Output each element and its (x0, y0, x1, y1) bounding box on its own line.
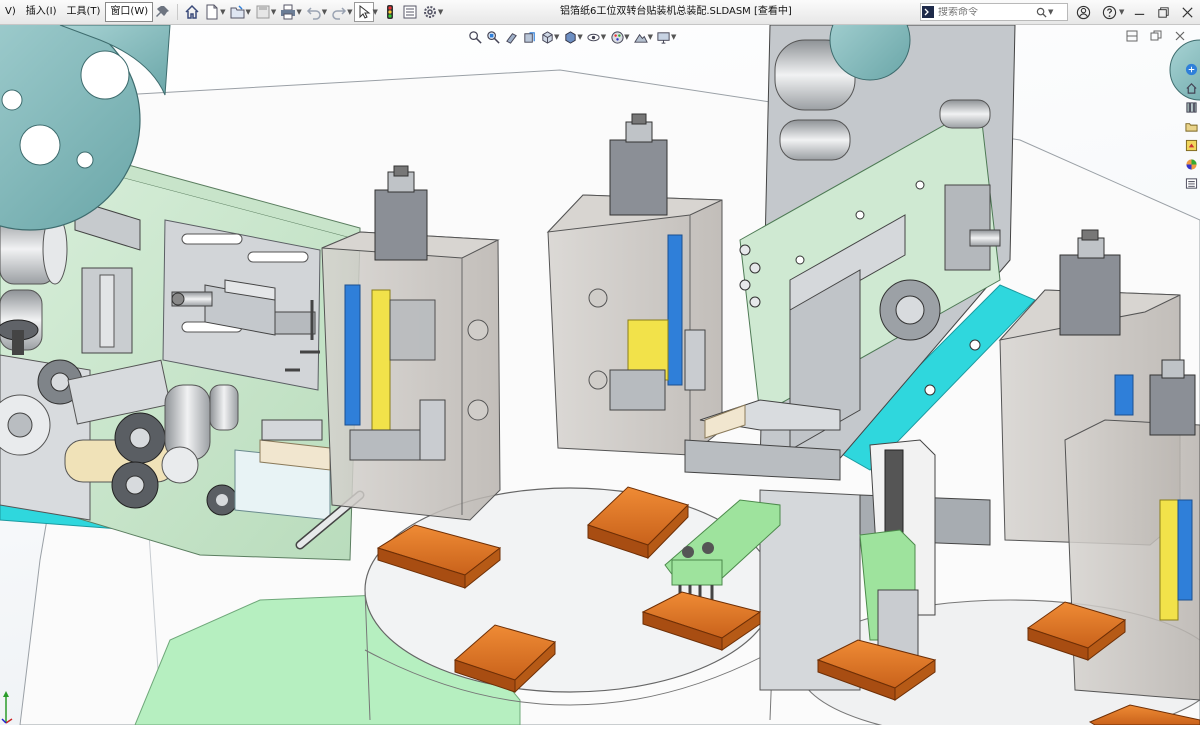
pin-icon[interactable] (153, 2, 173, 22)
chevron-down-icon[interactable]: ▼ (1119, 8, 1124, 16)
chevron-down-icon[interactable]: ▼ (577, 33, 582, 41)
search-input[interactable] (935, 6, 1036, 18)
custom-properties-icon[interactable] (1184, 176, 1199, 191)
chevron-down-icon[interactable]: ▼ (438, 8, 443, 16)
traffic-light-icon[interactable] (380, 2, 400, 22)
new-document-icon[interactable] (202, 2, 222, 22)
menu-tools[interactable]: 工具(T) (62, 0, 106, 24)
heads-up-view-toolbar: ▼ ▼ ▼ ▼ ▼ ▼ (466, 27, 678, 47)
redo-icon[interactable] (329, 2, 349, 22)
graphics-viewport[interactable] (0, 0, 1200, 729)
task-pane-tabs (1183, 60, 1200, 190)
chevron-down-icon[interactable]: ▼ (648, 33, 653, 41)
menu-window[interactable]: 窗口(W) (105, 2, 154, 22)
menu-view[interactable]: V) (0, 0, 21, 24)
chevron-down-icon[interactable]: ▼ (271, 8, 276, 16)
chevron-down-icon[interactable]: ▼ (1048, 8, 1053, 16)
chevron-down-icon[interactable]: ▼ (624, 33, 629, 41)
chevron-down-icon[interactable]: ▼ (601, 33, 606, 41)
coordinate-triad (0, 685, 14, 725)
document-title: 铝箔纸6工位双转台贴装机总装配.SLDASM [查看中] (560, 6, 792, 17)
minimize-icon[interactable] (1130, 3, 1148, 21)
home-icon[interactable] (1184, 81, 1199, 96)
view-palette-icon[interactable] (1184, 138, 1199, 153)
gear-icon[interactable] (420, 2, 440, 22)
options-panel-icon[interactable] (400, 2, 420, 22)
chevron-down-icon[interactable]: ▼ (220, 8, 225, 16)
chevron-down-icon[interactable]: ▼ (671, 33, 676, 41)
command-prompt-icon (921, 5, 935, 19)
print-icon[interactable] (278, 2, 298, 22)
document-window-controls (1124, 28, 1188, 44)
close-window-icon[interactable] (1172, 28, 1188, 44)
menu-insert[interactable]: 插入(I) (21, 0, 62, 24)
chevron-down-icon[interactable]: ▼ (372, 8, 377, 16)
home-icon[interactable] (182, 2, 202, 22)
chevron-down-icon[interactable]: ▼ (554, 33, 559, 41)
open-folder-icon[interactable] (228, 2, 248, 22)
chevron-down-icon[interactable]: ▼ (296, 8, 301, 16)
select-arrow-icon[interactable] (354, 2, 375, 22)
help-icon[interactable] (1100, 3, 1118, 21)
previous-view-icon[interactable] (502, 27, 520, 47)
chevron-down-icon[interactable]: ▼ (347, 8, 352, 16)
user-account-icon[interactable] (1074, 3, 1092, 21)
zoom-to-area-icon[interactable] (484, 27, 502, 47)
save-icon[interactable] (253, 2, 273, 22)
tile-window-icon[interactable] (1124, 28, 1140, 44)
zoom-to-fit-icon[interactable] (466, 27, 484, 47)
chevron-down-icon[interactable]: ▼ (246, 8, 251, 16)
restore-icon[interactable] (1154, 3, 1172, 21)
close-icon[interactable] (1178, 3, 1196, 21)
toolbar-separator (177, 4, 179, 20)
solidworks-resources-icon[interactable] (1184, 62, 1199, 77)
design-library-icon[interactable] (1184, 100, 1199, 115)
search-commands-box[interactable]: ▼ (920, 3, 1068, 21)
file-explorer-icon[interactable] (1184, 119, 1199, 134)
assembly-model-render[interactable] (0, 0, 1200, 729)
restore-window-icon[interactable] (1148, 28, 1164, 44)
undo-icon[interactable] (304, 2, 324, 22)
section-view-icon[interactable] (520, 27, 538, 47)
appearances-scenes-icon[interactable] (1184, 157, 1199, 172)
chevron-down-icon[interactable]: ▼ (322, 8, 327, 16)
